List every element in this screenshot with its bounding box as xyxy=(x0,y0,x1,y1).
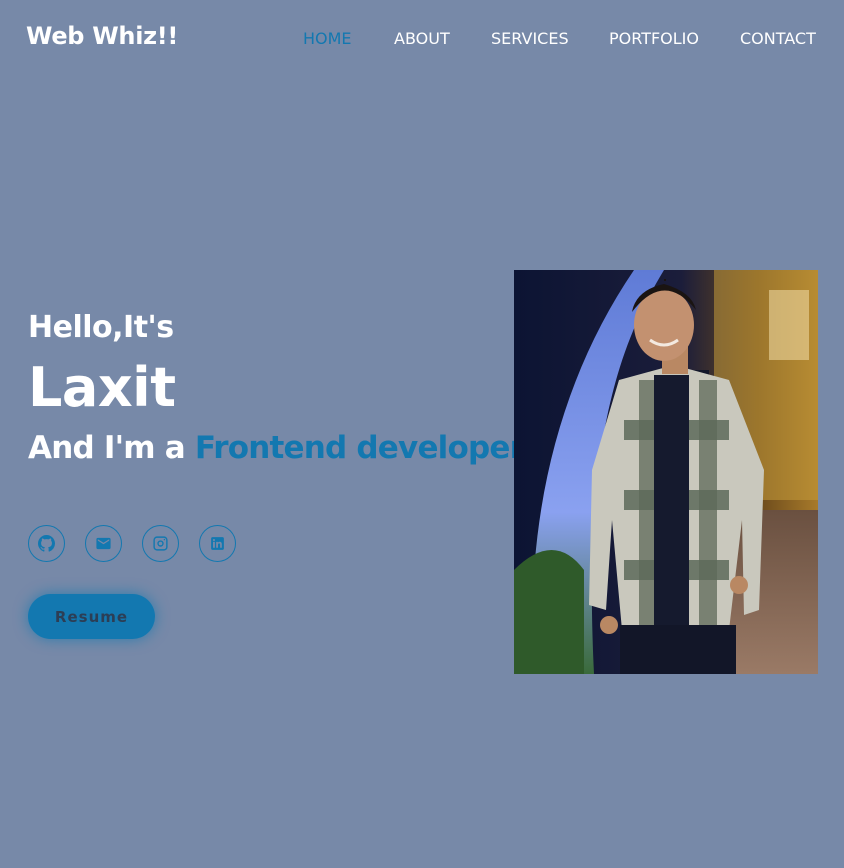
nav-link-contact[interactable]: CONTACT xyxy=(740,29,816,48)
resume-button[interactable]: Resume xyxy=(28,594,155,639)
nav-menu: HOME ABOUT SERVICES PORTFOLIO CONTACT xyxy=(0,29,844,49)
profile-photo-illustration xyxy=(514,270,818,674)
instagram-icon xyxy=(153,536,168,551)
github-icon xyxy=(38,535,55,552)
nav-link-portfolio[interactable]: PORTFOLIO xyxy=(609,29,699,48)
nav-link-home[interactable]: HOME xyxy=(303,29,352,48)
mail-link[interactable] xyxy=(85,525,122,562)
hero-role-text: Frontend developer xyxy=(194,430,525,466)
linkedin-link[interactable] xyxy=(199,525,236,562)
profile-photo xyxy=(514,270,818,674)
nav-link-about[interactable]: ABOUT xyxy=(394,29,450,48)
page: Web Whiz!! HOME ABOUT SERVICES PORTFOLIO… xyxy=(0,0,844,868)
linkedin-icon xyxy=(211,537,224,550)
github-link[interactable] xyxy=(28,525,65,562)
hero-role-line: And I'm a Frontend developer xyxy=(28,430,530,466)
instagram-link[interactable] xyxy=(142,525,179,562)
nav-link-services[interactable]: SERVICES xyxy=(491,29,569,48)
mail-icon xyxy=(96,537,111,550)
hero-role-prefix: And I'm a xyxy=(28,430,195,466)
navbar: Web Whiz!! HOME ABOUT SERVICES PORTFOLIO… xyxy=(0,0,844,78)
hero-greeting: Hello,It's xyxy=(28,310,174,345)
hero-name: Laxit xyxy=(28,356,176,419)
